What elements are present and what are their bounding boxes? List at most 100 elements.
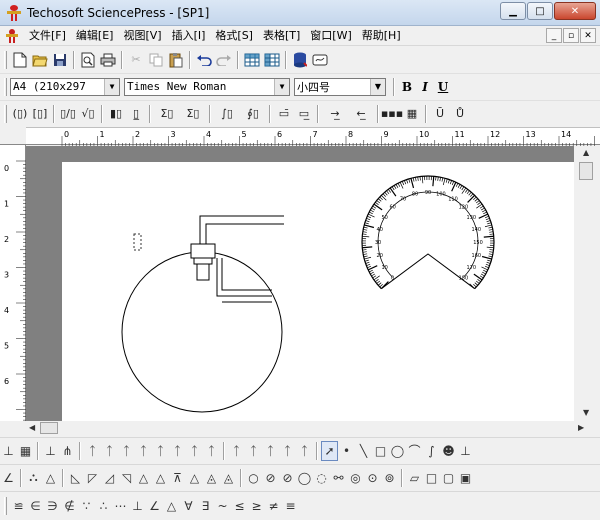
undo-icon[interactable]: [194, 50, 214, 70]
dot-accent-template-icon[interactable]: Ů: [450, 104, 470, 124]
menu-edit[interactable]: 编辑[E]: [71, 27, 119, 45]
maximize-button[interactable]: □: [527, 2, 553, 20]
table-columns-icon[interactable]: [262, 50, 282, 70]
circle-3-icon[interactable]: ⊘: [279, 468, 296, 488]
subscript-template-icon[interactable]: ▮▯: [106, 104, 126, 124]
triangle-3-icon[interactable]: ◸: [84, 468, 101, 488]
for-all-symbol[interactable]: ∀: [180, 496, 197, 516]
contour-integral-template-icon[interactable]: ∮▯: [240, 104, 266, 124]
triangle-4-icon[interactable]: ◿: [101, 468, 118, 488]
doc-restore-button[interactable]: ▫: [563, 28, 579, 43]
identical-symbol[interactable]: ≡: [282, 496, 299, 516]
select-pointer-icon[interactable]: ➚: [321, 440, 338, 461]
contains-symbol[interactable]: ∋: [44, 496, 61, 516]
document-page[interactable]: 0 10 20 30 40 50 60 70 80 90 100 110 120 130 140 150 160…: [62, 162, 574, 421]
print-preview-icon[interactable]: [78, 50, 98, 70]
exists-symbol[interactable]: ∃: [197, 496, 214, 516]
because-symbol[interactable]: ∵: [78, 496, 95, 516]
screen-icon[interactable]: [310, 50, 330, 70]
stand-6-icon[interactable]: ᛏ: [169, 441, 186, 461]
person-icon[interactable]: ☻: [440, 441, 457, 461]
circle-9-icon[interactable]: ⊚: [381, 468, 398, 488]
ellipsis-symbol[interactable]: ⋯: [112, 496, 129, 516]
angle-symbol[interactable]: ∠: [146, 496, 163, 516]
toolbar-grip[interactable]: [4, 104, 7, 123]
save-icon[interactable]: [50, 50, 70, 70]
triangle-5-icon[interactable]: ◹: [118, 468, 135, 488]
menu-insert[interactable]: 插入[I]: [167, 27, 211, 45]
redo-icon[interactable]: [214, 50, 234, 70]
overbar-template-icon[interactable]: ▭̄: [274, 104, 294, 124]
glass-tube-shape[interactable]: [199, 215, 284, 303]
radical-template-icon[interactable]: √▯: [78, 104, 98, 124]
triangle-6-icon[interactable]: △: [135, 468, 152, 488]
triangle-symbol[interactable]: △: [163, 496, 180, 516]
triangle-10-icon[interactable]: ◬: [203, 468, 220, 488]
menu-table[interactable]: 表格[T]: [258, 27, 305, 45]
close-button[interactable]: ✕: [554, 2, 596, 20]
toolbar-grip[interactable]: [4, 77, 7, 96]
vertical-scroll-thumb[interactable]: [579, 162, 593, 180]
not-equal-symbol[interactable]: ≠: [265, 496, 282, 516]
stand-2-icon[interactable]: ᛏ: [101, 441, 118, 461]
menu-window[interactable]: 窗口[W]: [305, 27, 356, 45]
page-size-select[interactable]: A4 (210x297 ▼: [10, 77, 120, 96]
axis-tool-icon[interactable]: ⊥: [457, 441, 474, 461]
circle-5-icon[interactable]: ◌: [313, 468, 330, 488]
summation-limits-template-icon[interactable]: Σ▯: [180, 104, 206, 124]
circle-2-icon[interactable]: ⊘: [262, 468, 279, 488]
stand-7-icon[interactable]: ᛏ: [186, 441, 203, 461]
triangle-2-icon[interactable]: ◺: [67, 468, 84, 488]
arrow-template-icon[interactable]: →̲: [322, 104, 348, 124]
doc-minimize-button[interactable]: _: [546, 28, 562, 43]
axes-icon[interactable]: ⊥: [0, 441, 17, 461]
new-document-icon[interactable]: [10, 50, 30, 70]
horizontal-scrollbar[interactable]: ◀ ▶: [26, 421, 600, 435]
element-of-symbol[interactable]: ∈: [27, 496, 44, 516]
greater-equal-symbol[interactable]: ≥: [248, 496, 265, 516]
point-tool-icon[interactable]: •: [338, 441, 355, 461]
document-workspace[interactable]: 0 10 20 30 40 50 60 70 80 90 100 110 120 130 140 150 160…: [26, 146, 574, 421]
grid-icon[interactable]: ▦: [17, 441, 34, 461]
open-folder-icon[interactable]: [30, 50, 50, 70]
parallelogram-icon[interactable]: ▱: [406, 468, 423, 488]
circle-6-icon[interactable]: ⚯: [330, 468, 347, 488]
triangle-dots-icon[interactable]: ⛬: [25, 468, 42, 488]
matrix-template-icon[interactable]: ▦: [402, 104, 422, 124]
paste-icon[interactable]: [166, 50, 186, 70]
similar-symbol[interactable]: ~: [214, 496, 231, 516]
doc-close-button[interactable]: ✕: [580, 28, 596, 43]
table-grid-icon[interactable]: [242, 50, 262, 70]
rectangle-tool-icon[interactable]: □: [372, 441, 389, 461]
bold-button[interactable]: B: [398, 78, 416, 96]
italic-button[interactable]: I: [416, 78, 434, 96]
menu-view[interactable]: 视图[V]: [118, 27, 166, 45]
brackets-template-icon[interactable]: [▯]: [30, 104, 50, 124]
chevron-down-icon[interactable]: ▼: [370, 78, 385, 95]
therefore-symbol[interactable]: ∴: [95, 496, 112, 516]
triangle-11-icon[interactable]: ◬: [220, 468, 237, 488]
parentheses-template-icon[interactable]: (▯): [10, 104, 30, 124]
circle-7-icon[interactable]: ◎: [347, 468, 364, 488]
underover-template-icon[interactable]: ▯̲: [126, 104, 146, 124]
stand-12-icon[interactable]: ᛏ: [279, 441, 296, 461]
chevron-down-icon[interactable]: ▼: [104, 78, 119, 95]
underbar-template-icon[interactable]: ▭̲: [294, 104, 314, 124]
toolbar-grip[interactable]: [4, 50, 7, 69]
horizontal-ruler[interactable]: 0 1 2 3 4 5 6 7 8 9 10 11 12 13 14: [26, 127, 600, 146]
triangle-9-icon[interactable]: △: [186, 468, 203, 488]
copy-icon[interactable]: [146, 50, 166, 70]
scroll-up-icon[interactable]: ▲: [583, 148, 589, 157]
square-2-icon[interactable]: ▢: [440, 468, 457, 488]
not-element-symbol[interactable]: ∉: [61, 496, 78, 516]
circle-4-icon[interactable]: ◯: [296, 468, 313, 488]
triangle-8-icon[interactable]: ⊼: [169, 468, 186, 488]
less-equal-symbol[interactable]: ≤: [231, 496, 248, 516]
integral-template-icon[interactable]: ∫▯: [214, 104, 240, 124]
menu-file[interactable]: 文件[F]: [24, 27, 71, 45]
vector-template-icon[interactable]: Ū: [430, 104, 450, 124]
stand-5-icon[interactable]: ᛏ: [152, 441, 169, 461]
square-icon[interactable]: □: [423, 468, 440, 488]
scroll-down-icon[interactable]: ▼: [583, 408, 589, 417]
tripod-icon[interactable]: ⋔: [59, 441, 76, 461]
